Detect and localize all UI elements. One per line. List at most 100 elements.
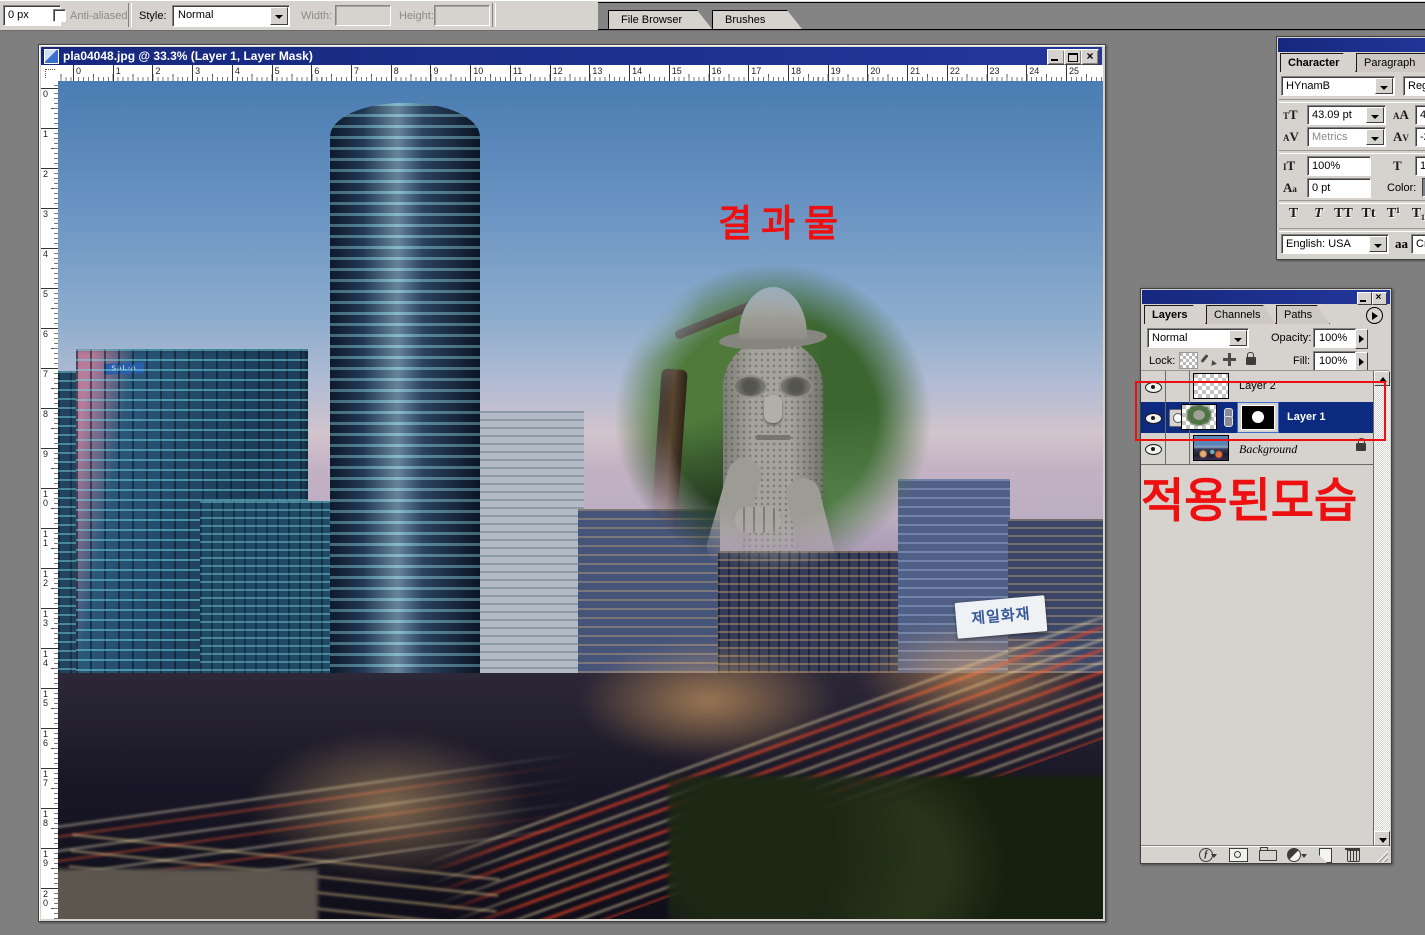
tab-channels[interactable]: Channels [1206, 305, 1276, 324]
delete-layer-icon[interactable] [1345, 848, 1365, 861]
v-ruler-tick: 0 [41, 88, 58, 89]
style-button-bold[interactable]: T [1283, 206, 1304, 226]
style-dropdown[interactable]: Normal [172, 5, 290, 27]
h-ruler-tick: 16 [709, 65, 710, 81]
fill-label: Fill: [1293, 355, 1310, 367]
h-ruler-tick: 5 [272, 65, 273, 81]
opacity-field[interactable]: 100% [1313, 328, 1357, 348]
blend-mode-dropdown[interactable]: Normal [1147, 328, 1249, 348]
h-ruler-tick: 14 [629, 65, 630, 81]
adjustment-layer-icon[interactable] [1287, 848, 1307, 861]
width-field [335, 5, 391, 26]
tab-character[interactable]: Character [1280, 53, 1356, 72]
style-dropdown-value: Normal [178, 9, 213, 21]
font-size-dropdown[interactable]: 43.09 pt [1307, 105, 1386, 125]
lock-position-icon[interactable] [1221, 352, 1238, 367]
style-buttons: TTTTTtT¹T₁ [1283, 206, 1425, 226]
h-ruler-tick: 20 [867, 65, 868, 81]
h-ruler-tick: 21 [907, 65, 908, 81]
layers-palette-titlebar[interactable] [1142, 290, 1390, 304]
tracking-value: -25 [1420, 131, 1425, 143]
dropdown-arrow-icon[interactable] [1369, 236, 1387, 252]
font-family-dropdown[interactable]: HYnamB [1281, 76, 1395, 96]
h-ruler-tick: 7 [351, 65, 352, 81]
character-palette: Character Paragraph HYnamB Regu TT 43.09… [1276, 36, 1425, 260]
h-ruler-tick: 0 [73, 65, 74, 81]
leading-icon: AA [1393, 107, 1409, 123]
tab-brushes[interactable]: Brushes [712, 10, 802, 29]
tracking-field[interactable]: -25 [1415, 127, 1425, 147]
lock-paint-icon[interactable] [1200, 352, 1217, 367]
art-stone-statue [703, 287, 843, 587]
baseline-shift-field[interactable]: 0 pt [1307, 178, 1371, 198]
tab-paragraph[interactable]: Paragraph [1356, 53, 1425, 72]
close-button[interactable] [1081, 49, 1099, 65]
slider-arrow-icon[interactable] [1355, 329, 1368, 349]
font-style-value: Regu [1408, 80, 1425, 92]
art-city-glow [248, 731, 528, 881]
document-title: pla04048.jpg @ 33.3% (Layer 1, Layer Mas… [63, 49, 313, 63]
new-layer-set-icon[interactable] [1259, 848, 1279, 861]
lock-all-icon[interactable] [1242, 352, 1259, 367]
dropdown-arrow-icon[interactable] [1375, 78, 1393, 94]
horizontal-scale-value: 100 [1420, 160, 1425, 172]
maximize-button[interactable] [1064, 49, 1082, 65]
v-ruler-tick: 9 [41, 448, 58, 449]
h-ruler-tick: 2 [152, 65, 153, 81]
lock-transparency-icon[interactable] [1179, 352, 1198, 369]
minimize-button[interactable] [1357, 292, 1372, 305]
font-style-dropdown[interactable]: Regu [1403, 76, 1425, 96]
style-button-italic[interactable]: T [1308, 206, 1329, 226]
character-palette-titlebar[interactable] [1278, 38, 1425, 52]
h-ruler-tick: 15 [669, 65, 670, 81]
style-label: Style: [139, 10, 167, 22]
art-trees [668, 776, 1103, 919]
palette-menu-icon[interactable] [1366, 307, 1383, 324]
dropdown-arrow-icon[interactable] [1366, 129, 1384, 145]
anti-alias-dropdown[interactable]: Cr [1411, 234, 1425, 254]
dropdown-arrow-icon[interactable] [1229, 330, 1247, 346]
visibility-eye-icon[interactable] [1145, 444, 1162, 455]
opacity-label: Opacity: [1271, 332, 1311, 344]
kerning-dropdown[interactable]: Metrics [1307, 127, 1386, 147]
separator [1279, 200, 1425, 204]
close-button[interactable] [1372, 292, 1387, 305]
dropdown-arrow-icon[interactable] [270, 7, 288, 25]
canvas[interactable]: SAL-A 제일화재 [58, 81, 1103, 919]
minimize-button[interactable] [1047, 49, 1065, 65]
tab-paths[interactable]: Paths [1276, 305, 1330, 324]
blend-mode-value: Normal [1152, 332, 1187, 344]
ruler-origin-box[interactable] [41, 65, 59, 82]
language-dropdown[interactable]: English: USA [1281, 234, 1389, 254]
add-layer-mask-icon[interactable] [1229, 848, 1249, 861]
v-ruler-tick: 1 7 [41, 768, 58, 769]
v-ruler[interactable]: 01234567891 01 11 21 31 41 51 61 71 81 9… [41, 81, 59, 919]
style-button-all-caps[interactable]: TT [1333, 206, 1354, 226]
h-ruler-tick: 24 [1026, 65, 1027, 81]
tab-file-browser[interactable]: File Browser [608, 10, 712, 29]
vertical-scale-field[interactable]: 100% [1307, 156, 1371, 176]
fill-field[interactable]: 100% [1313, 351, 1357, 371]
layer-name[interactable]: Background [1239, 442, 1297, 457]
kerning-value: Metrics [1312, 131, 1347, 143]
scroll-down-icon[interactable] [1374, 831, 1390, 846]
style-button-small-caps[interactable]: Tt [1358, 206, 1379, 226]
h-ruler-tick: 9 [430, 65, 431, 81]
style-button-superscript[interactable]: T¹ [1383, 206, 1404, 226]
separator [1279, 150, 1425, 154]
applied-annotation: 적용된모습 [1141, 462, 1357, 531]
dropdown-arrow-icon[interactable] [1366, 107, 1384, 123]
h-ruler[interactable]: 0123456789101112131415161718192021222324… [58, 65, 1103, 82]
leading-field[interactable]: 40. [1415, 105, 1425, 125]
tab-layers[interactable]: Layers [1144, 305, 1206, 324]
document-titlebar[interactable]: pla04048.jpg @ 33.3% (Layer 1, Layer Mas… [41, 47, 1102, 65]
horizontal-scale-field[interactable]: 100 [1415, 156, 1425, 176]
resize-grip[interactable] [1375, 849, 1388, 862]
layers-scrollbar[interactable] [1373, 371, 1390, 846]
slider-arrow-icon[interactable] [1355, 352, 1368, 372]
layer-style-icon[interactable]: ƒ [1197, 848, 1217, 861]
anti-aliased-checkbox[interactable] [53, 9, 66, 22]
document-icon [44, 49, 59, 64]
style-button-subscript[interactable]: T₁ [1408, 206, 1425, 226]
new-layer-icon[interactable] [1317, 848, 1337, 861]
